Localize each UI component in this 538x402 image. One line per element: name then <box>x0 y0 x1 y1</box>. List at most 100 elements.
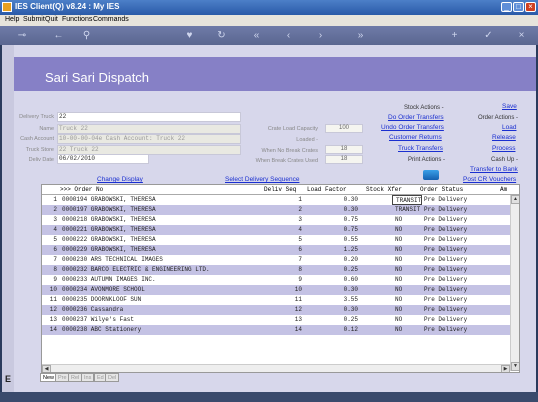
stock-xfer-cell[interactable]: NO <box>392 215 422 225</box>
table-row[interactable]: 3 0000218 GRABOWSKI, THERESA 3 0.75 Pre Deli… <box>42 215 519 225</box>
table-row[interactable]: 5 0000222 GRABOWSKI, THERESA 5 0.55 Pre Deli… <box>42 235 519 245</box>
stock-xfer-cell[interactable]: NO <box>392 325 422 335</box>
col-load-factor[interactable]: Load Factor <box>307 186 347 193</box>
select-delivery-sequence-link[interactable]: Select Delivery Sequence <box>225 176 299 183</box>
stock-xfer-cell[interactable]: NO <box>392 225 422 235</box>
vertical-scrollbar[interactable]: ▲ ▼ <box>510 195 519 371</box>
stock-xfer-cell[interactable]: NO <box>392 305 422 315</box>
table-row[interactable]: 14 0000238 ABC Stationery 14 0.12 Pre Delive… <box>42 325 519 335</box>
stock-xfer-cell[interactable]: NO <box>392 295 422 305</box>
stock-xfer-cell[interactable]: NO <box>392 265 422 275</box>
table-row[interactable]: 11 0000235 DOORNKLOOF SUN 11 3.55 Pre Delive… <box>42 295 519 305</box>
row-number: 5 <box>53 236 57 243</box>
col-order-status[interactable]: Order Status <box>420 186 463 193</box>
table-row[interactable]: 8 0000232 BARCO ELECTRIC & ENGINEERING LT… <box>42 265 519 275</box>
col-stock-xfer[interactable]: Stock Xfer <box>366 186 402 193</box>
process-link[interactable]: Process <box>492 145 515 152</box>
loaded-label: Loaded - <box>296 137 318 143</box>
add-icon[interactable]: + <box>448 29 461 42</box>
key-icon[interactable]: ⊸ <box>12 29 32 42</box>
stock-xfer-cell[interactable]: NO <box>392 245 422 255</box>
side-marker-icon: E <box>5 374 13 388</box>
table-row[interactable]: 12 0000236 Cassandra 12 0.30 Pre Delivery NO <box>42 305 519 315</box>
load-factor-cell: 0.30 <box>343 196 358 203</box>
stock-xfer-cell[interactable]: NO <box>392 285 422 295</box>
stock-xfer-cell[interactable]: NO <box>392 275 422 285</box>
maximize-button[interactable]: □ <box>513 2 524 12</box>
confirm-icon[interactable]: ✓ <box>482 29 495 42</box>
table-row[interactable]: 6 0000229 GRABOWSKI, THERESA 6 1.25 Pre Deli… <box>42 245 519 255</box>
menu-help[interactable]: Help <box>5 16 19 23</box>
order-status-cell: Pre Delivery <box>424 316 468 323</box>
scroll-left-icon[interactable]: ◀ <box>42 365 51 372</box>
order-no-cell: 0000229 GRABOWSKI, THERESA <box>62 246 156 253</box>
row-number: 14 <box>49 326 57 333</box>
table-row[interactable]: 10 0000234 AVONMORE SCHOOL 10 0.30 Pre Deliv… <box>42 285 519 295</box>
table-row[interactable]: 2 0000197 GRABOWSKI, THERESA 2 0.30 Pre Deli… <box>42 205 519 215</box>
order-status-cell: Pre Delivery <box>424 236 468 243</box>
delivery-truck-field[interactable]: 22 <box>57 112 241 122</box>
deliv-date-field[interactable]: 06/02/2010 <box>57 154 149 164</box>
crate-load-capacity-field[interactable]: 100 <box>325 124 363 133</box>
stock-xfer-cell[interactable]: TRANSIT <box>392 195 422 205</box>
when-no-break-crates-field[interactable]: 18 <box>325 145 363 154</box>
col-order-no[interactable]: >>> Order No <box>60 186 103 193</box>
table-row[interactable]: 9 0000233 AUTUMN IMAGES INC. 9 0.60 Pre Deli… <box>42 275 519 285</box>
transfer-to-bank-link[interactable]: Transfer to Bank <box>470 166 518 173</box>
undo-order-transfers-link[interactable]: Undo Order Transfers <box>381 124 444 131</box>
scroll-up-icon[interactable]: ▲ <box>511 195 519 204</box>
print-icon[interactable] <box>423 170 439 180</box>
table-row[interactable]: 7 0000230 ARS TECHNICAL IMAGES 7 0.20 Pre De… <box>42 255 519 265</box>
next-icon[interactable]: › <box>314 29 327 42</box>
deliv-seq-cell: 5 <box>298 236 302 243</box>
customer-returns-link[interactable]: Customer Returns <box>389 134 442 141</box>
tab-del[interactable]: Del <box>105 373 120 382</box>
scroll-right-icon[interactable]: ▶ <box>501 365 510 372</box>
load-link[interactable]: Load <box>502 124 516 131</box>
horizontal-scrollbar[interactable]: ◀ ▶ <box>42 364 510 372</box>
col-am[interactable]: Am <box>500 186 507 193</box>
back-icon[interactable]: ← <box>52 29 65 42</box>
menu-quit[interactable]: Quit <box>45 16 58 23</box>
scroll-down-icon[interactable]: ▼ <box>511 362 519 371</box>
menu-commands[interactable]: Commands <box>93 16 129 23</box>
load-factor-cell: 0.30 <box>343 206 358 213</box>
order-status-cell: Pre Delivery <box>424 196 468 203</box>
change-display-link[interactable]: Change Display <box>97 176 143 183</box>
cash-account-field: 10-00-00-04e Cash Account: Truck 22 <box>57 134 241 144</box>
table-row[interactable]: 13 0000237 Wilye's Fast 13 0.25 Pre Delivery… <box>42 315 519 325</box>
table-row[interactable]: 4 0000221 GRABOWSKI, THERESA 4 0.75 Pre Deli… <box>42 225 519 235</box>
load-factor-cell: 0.30 <box>343 286 358 293</box>
heart-icon[interactable]: ♥ <box>183 29 196 42</box>
save-link[interactable]: Save <box>502 103 517 110</box>
stock-xfer-cell[interactable]: NO <box>392 255 422 265</box>
name-label: Name <box>39 126 54 132</box>
minimize-button[interactable]: _ <box>501 2 512 12</box>
load-factor-cell: 0.12 <box>343 326 358 333</box>
release-link[interactable]: Release <box>492 134 516 141</box>
menu-submit[interactable]: Submit <box>23 16 45 23</box>
history-icon[interactable]: ↻ <box>215 29 228 42</box>
search-icon[interactable]: ⚲ <box>80 29 93 42</box>
deliv-seq-cell: 12 <box>294 306 302 313</box>
last-icon[interactable]: » <box>354 29 367 42</box>
order-no-cell: 0000238 ABC Stationery <box>62 326 142 333</box>
do-order-transfers-link[interactable]: Do Order Transfers <box>388 114 444 121</box>
close-window-button[interactable]: × <box>525 2 536 12</box>
deliv-seq-cell: 13 <box>294 316 302 323</box>
post-cr-vouchers-link[interactable]: Post CR Vouchers <box>463 176 516 183</box>
order-status-cell: Pre Delivery <box>424 296 468 303</box>
first-icon[interactable]: « <box>250 29 263 42</box>
menu-functions[interactable]: Functions <box>62 16 92 23</box>
load-factor-cell: 0.55 <box>343 236 358 243</box>
previous-icon[interactable]: ‹ <box>282 29 295 42</box>
truck-transfers-link[interactable]: Truck Transfers <box>398 145 443 152</box>
stock-xfer-cell[interactable]: TRANSIT <box>392 205 422 215</box>
col-deliv-seq[interactable]: Deliv Seq <box>264 186 296 193</box>
tab-ins[interactable]: Ins <box>81 373 95 382</box>
close-icon[interactable]: × <box>515 29 528 42</box>
table-row[interactable]: 1 0000194 GRABOWSKI, THERESA 1 0.30 Pre Deli… <box>42 195 519 205</box>
stock-xfer-cell[interactable]: NO <box>392 315 422 325</box>
stock-xfer-cell[interactable]: NO <box>392 235 422 245</box>
when-break-crates-used-field[interactable]: 18 <box>325 155 363 164</box>
